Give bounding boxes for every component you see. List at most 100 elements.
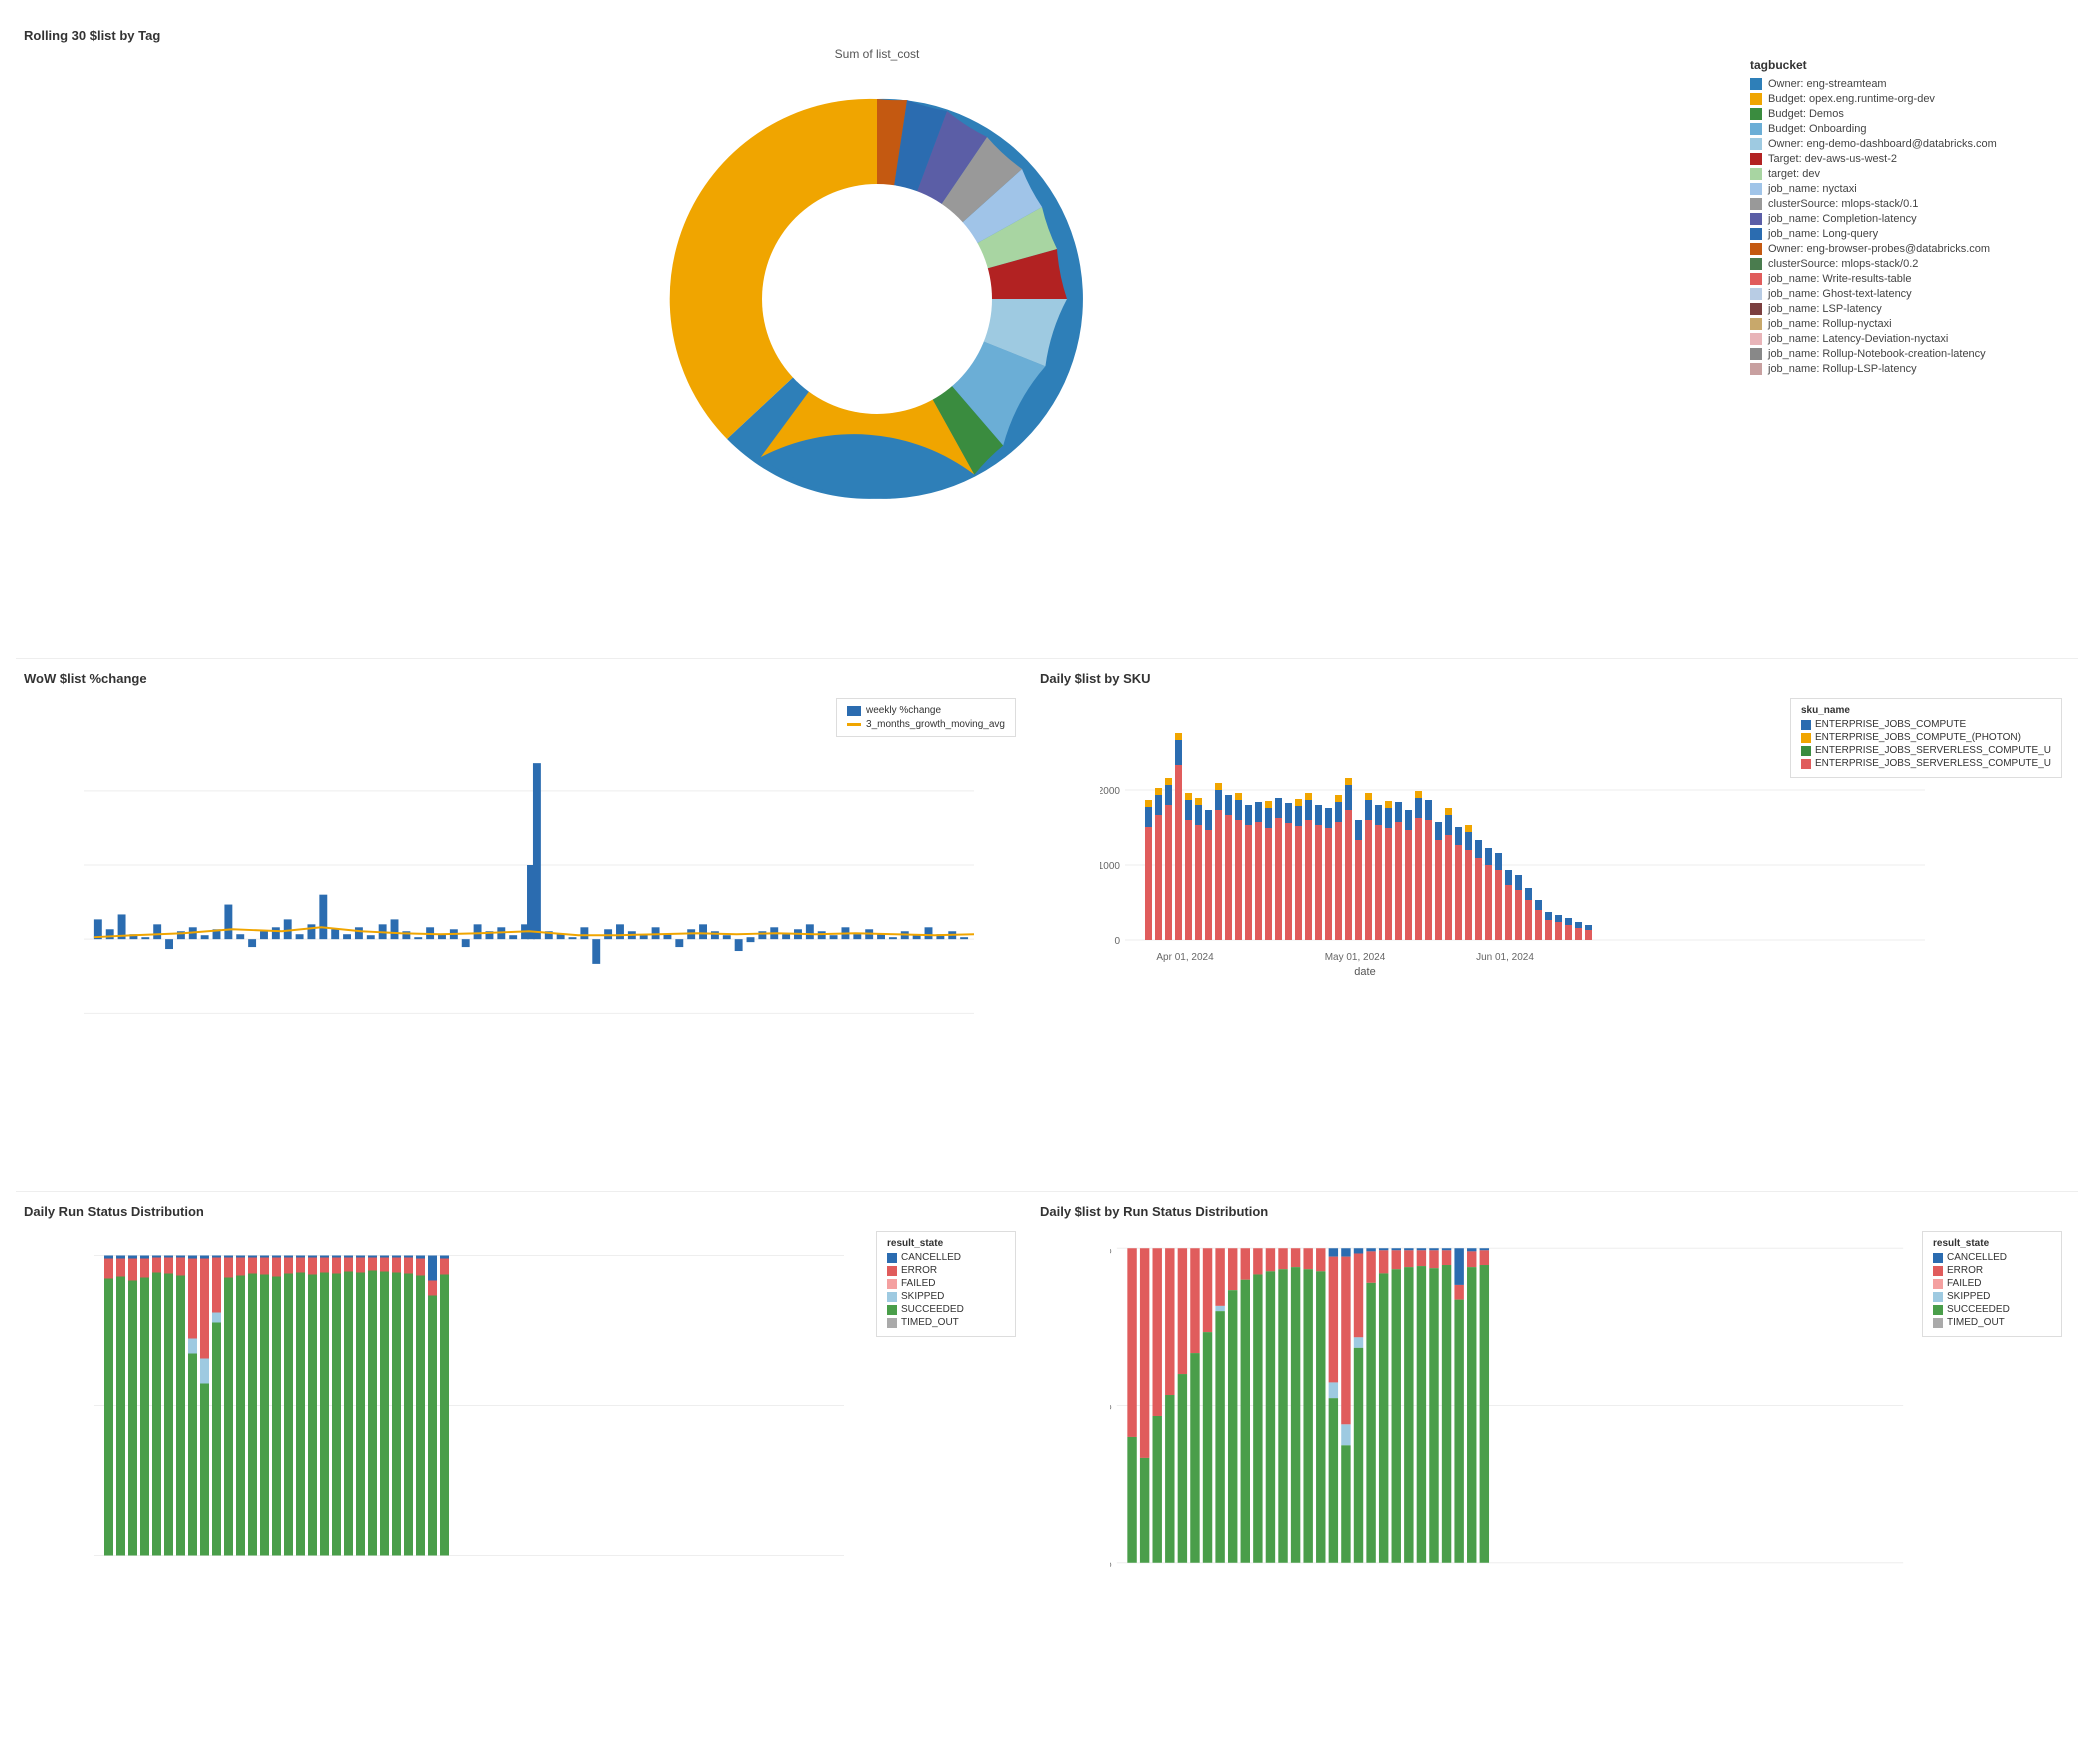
bar-red <box>1505 885 1512 940</box>
bar <box>355 927 363 939</box>
bar-blue <box>1525 888 1532 900</box>
success-bar <box>1140 1458 1149 1563</box>
success-bar <box>1190 1353 1199 1563</box>
wow-title: WoW $list %change <box>24 671 1024 686</box>
donut-legend-item: Budget: Onboarding <box>1750 123 2070 135</box>
status-legend-item: SKIPPED <box>1933 1291 2051 1302</box>
bar-gold <box>1155 788 1162 795</box>
bar-gold <box>1235 793 1242 800</box>
success-bar <box>116 1277 125 1556</box>
cancelled-bar <box>392 1256 401 1258</box>
success-bar <box>128 1281 137 1556</box>
error-bar <box>1215 1248 1224 1306</box>
bar-blue <box>1315 805 1322 825</box>
error-bar <box>1303 1248 1312 1269</box>
run-legend-items-container: CANCELLEDERRORFAILEDSKIPPEDSUCCEEDEDTIME… <box>887 1252 1005 1328</box>
y-0: 0% <box>1110 1559 1112 1568</box>
bar-blue <box>1345 785 1352 810</box>
success-bar <box>1253 1274 1262 1562</box>
bar-blue <box>1255 802 1262 822</box>
wow-legend-color-1 <box>847 706 861 716</box>
cancelled-bar <box>248 1256 257 1258</box>
bar-red <box>1445 835 1452 940</box>
success-bar <box>272 1277 281 1556</box>
skipped-bar <box>200 1359 209 1384</box>
cancelled-bar <box>152 1256 161 1258</box>
legend-item-label: job_name: nyctaxi <box>1768 183 1857 195</box>
bar-blue <box>1275 798 1282 818</box>
bar-jul <box>319 895 327 940</box>
cancelled-bar <box>1354 1248 1363 1253</box>
cancelled-bar <box>164 1256 173 1258</box>
bar-gold <box>1185 793 1192 800</box>
success-bar <box>1417 1266 1426 1563</box>
bar-blue <box>1535 900 1542 910</box>
bar <box>925 927 933 939</box>
success-bar <box>1127 1437 1136 1563</box>
donut-legend-item: job_name: Latency-Deviation-nyctaxi <box>1750 333 2070 345</box>
sku-chart-panel: Daily $list by SKU sku_name ENTERPRISE_J… <box>1040 671 2070 1179</box>
run-legend: result_state CANCELLEDERRORFAILEDSKIPPED… <box>876 1231 1016 1337</box>
bar <box>153 924 161 939</box>
bar <box>224 905 232 940</box>
legend-item-label: job_name: Completion-latency <box>1768 213 1917 225</box>
legend-title: tagbucket <box>1750 58 2070 72</box>
bar <box>509 935 517 939</box>
error-bar <box>308 1258 317 1275</box>
success-bar <box>380 1272 389 1556</box>
bar <box>248 939 256 947</box>
error-bar <box>1153 1248 1162 1416</box>
success-bar <box>332 1274 341 1556</box>
donut-legend-item: Budget: Demos <box>1750 108 2070 120</box>
bar-spike <box>533 763 541 939</box>
status-legend-color <box>1933 1292 1943 1302</box>
cancelled-bar <box>272 1256 281 1258</box>
bar <box>711 931 719 939</box>
donut-chart-section: Rolling 30 $list by Tag Sum of list_cost <box>24 28 1730 638</box>
status-legend-item: TIMED_OUT <box>887 1317 1005 1328</box>
sku-title: Daily $list by SKU <box>1040 671 2070 686</box>
list-status-panel: Daily $list by Run Status Distribution r… <box>1040 1204 2070 1732</box>
success-bar <box>1316 1271 1325 1562</box>
bar <box>141 937 149 939</box>
bar-red <box>1275 818 1282 940</box>
cancelled-bar <box>428 1256 437 1281</box>
success-bar <box>1215 1311 1224 1563</box>
donut-legend-item: Target: dev-aws-us-west-2 <box>1750 153 2070 165</box>
legend-items-container: Owner: eng-streamteamBudget: opex.eng.ru… <box>1750 78 2070 375</box>
status-legend-item: SKIPPED <box>887 1291 1005 1302</box>
bar-blue <box>1385 808 1392 828</box>
legend-color-swatch <box>1750 333 1762 345</box>
error-bar <box>128 1259 137 1281</box>
success-bar <box>1266 1271 1275 1562</box>
list-legend: result_state CANCELLEDERRORFAILEDSKIPPED… <box>1922 1231 2062 1337</box>
legend-color-swatch <box>1750 93 1762 105</box>
success-bar <box>260 1275 269 1556</box>
bar-blue <box>1495 853 1502 870</box>
success-bar <box>164 1274 173 1556</box>
legend-item-label: target: dev <box>1768 168 1820 180</box>
error-bar <box>212 1258 221 1313</box>
bar-blue <box>1245 805 1252 825</box>
success-bar <box>356 1273 365 1556</box>
success-bar <box>1366 1283 1375 1563</box>
success-bar <box>1379 1273 1388 1562</box>
error-bar <box>248 1258 257 1274</box>
middle-section: WoW $list %change weekly %change 3_month… <box>16 659 2078 1192</box>
bar-red <box>1225 815 1232 940</box>
bar <box>723 935 731 939</box>
error-bar <box>1454 1285 1463 1300</box>
bar-red <box>1485 865 1492 940</box>
status-legend-item: CANCELLED <box>887 1252 1005 1263</box>
cancelled-bar <box>416 1256 425 1259</box>
bar-blue <box>1215 790 1222 810</box>
run-x-2: May 26, 2024 <box>224 1568 285 1569</box>
cancelled-bar <box>308 1256 317 1258</box>
donut-legend-item: Owner: eng-browser-probes@databricks.com <box>1750 243 2070 255</box>
cancelled-bar <box>1417 1248 1426 1250</box>
donut-subtitle: Sum of list_cost <box>835 47 920 61</box>
bar-red <box>1465 850 1472 940</box>
wow-chart-area: weekly %change 3_months_growth_moving_av… <box>24 690 1024 1070</box>
error-bar <box>1178 1248 1187 1374</box>
bar-red <box>1395 822 1402 940</box>
